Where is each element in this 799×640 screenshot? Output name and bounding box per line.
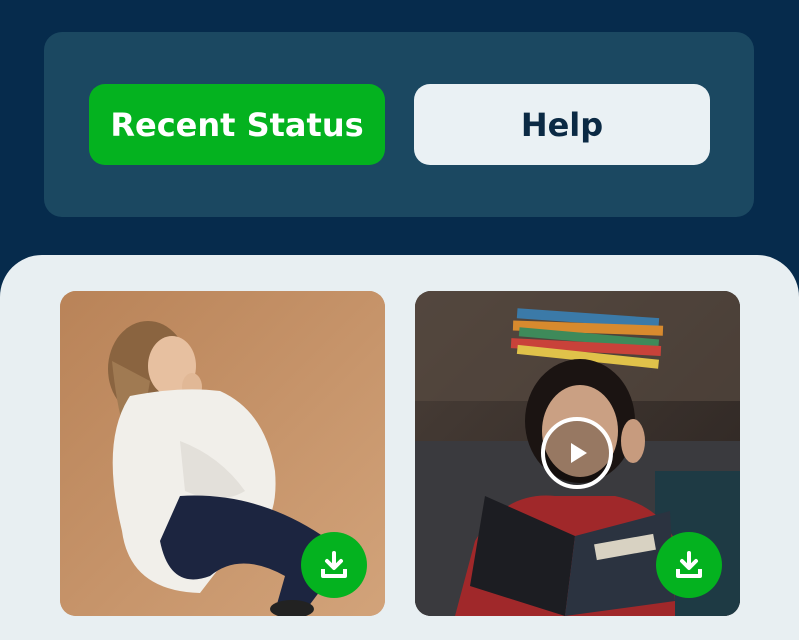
download-button[interactable]	[656, 532, 722, 598]
play-icon	[571, 443, 587, 463]
play-button[interactable]	[541, 417, 613, 489]
download-icon	[321, 551, 347, 578]
tabs-card: Recent Status Help	[44, 32, 754, 217]
download-button[interactable]	[301, 532, 367, 598]
status-thumbnail-video[interactable]	[415, 291, 740, 616]
download-icon	[676, 551, 702, 578]
recent-status-tab[interactable]: Recent Status	[89, 84, 385, 165]
status-grid	[0, 255, 799, 640]
help-tab[interactable]: Help	[414, 84, 710, 165]
status-thumbnail-image[interactable]	[60, 291, 385, 616]
